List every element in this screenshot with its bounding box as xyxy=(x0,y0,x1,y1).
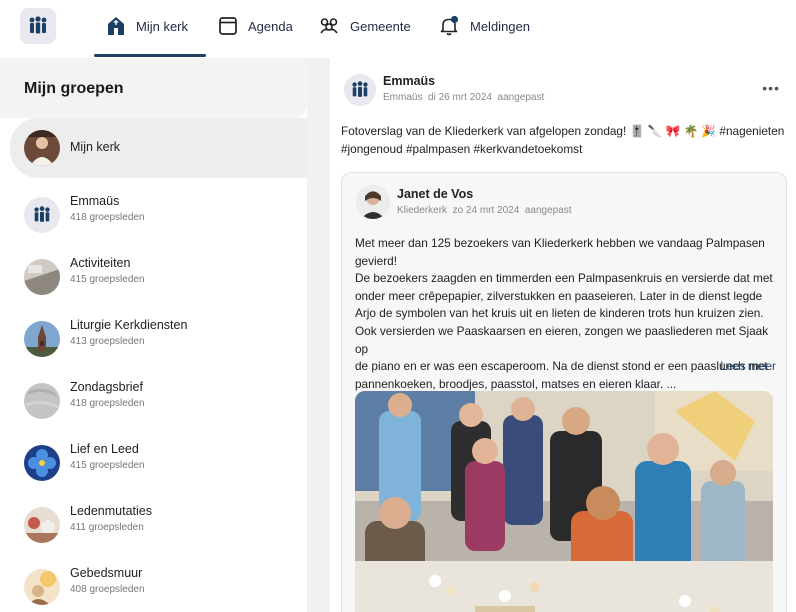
group-avatar xyxy=(24,130,60,166)
sidebar-header: Mijn groepen xyxy=(0,58,307,118)
sidebar-title: Mijn groepen xyxy=(24,80,124,97)
shared-body-line: Arjo de symbolen van het kruis uit en li… xyxy=(355,306,764,321)
group-member-count: 418 groepsleden xyxy=(70,398,145,409)
group-name: Liturgie Kerkdiensten xyxy=(70,318,188,332)
top-navigation: Mijn kerk Agenda Gemeente Meldingen xyxy=(0,0,796,58)
church-icon xyxy=(108,17,124,35)
group-member-count: 415 groepsleden xyxy=(70,274,145,285)
group-name: Mijn kerk xyxy=(70,140,121,154)
shared-body-line: De bezoekers zaagden en timmerden een Pa… xyxy=(355,271,773,286)
group-avatar xyxy=(24,383,60,419)
group-avatar xyxy=(24,321,60,357)
group-member-count: 411 groepsleden xyxy=(70,522,144,533)
post-text-line: Fotoverslag van de Kliederkerk van afgel… xyxy=(341,124,785,138)
group-member-count: 413 groepsleden xyxy=(70,336,145,347)
shared-body-line: Ook versierden we Paaskaarsen en eieren,… xyxy=(355,323,769,356)
shared-author[interactable]: Janet de Vos xyxy=(397,187,473,201)
group-avatar xyxy=(24,445,60,481)
nav-gemeente[interactable]: Gemeente xyxy=(318,14,411,38)
group-item-mijn-kerk[interactable]: Mijn kerk xyxy=(10,118,307,178)
post-group[interactable]: Emmaüs xyxy=(383,92,422,103)
people-logo-icon xyxy=(34,206,50,222)
shared-post-card[interactable]: Janet de Vos Kliederkerk zo 24 mrt 2024 … xyxy=(341,172,787,612)
people-logo-icon xyxy=(29,16,47,34)
post-date: di 26 mrt 2024 xyxy=(428,92,492,103)
group-avatar xyxy=(24,507,60,543)
group-name: Activiteiten xyxy=(70,256,131,270)
nav-label: Mijn kerk xyxy=(136,18,189,34)
active-tab-indicator xyxy=(94,54,206,57)
post-meta: Emmaüs di 26 mrt 2024 aangepast xyxy=(383,92,544,103)
group-member-count: 408 groepsleden xyxy=(70,584,145,595)
group-name: Lief en Leed xyxy=(70,442,139,456)
group-item-emmaus[interactable]: Emmaüs 418 groepsleden xyxy=(10,184,307,240)
calendar-icon xyxy=(219,17,237,35)
people-icon xyxy=(320,18,338,34)
group-name: Emmaüs xyxy=(70,194,120,208)
nav-label: Meldingen xyxy=(470,18,530,34)
read-more-link[interactable]: Lees meer xyxy=(720,359,776,373)
shared-group[interactable]: Kliederkerk xyxy=(397,205,447,216)
group-name: Gebedsmuur xyxy=(70,566,143,580)
feed: Emmaüs Emmaüs di 26 mrt 2024 aangepast •… xyxy=(330,58,796,612)
shared-body: Met meer dan 125 bezoekers van Kliederke… xyxy=(355,235,777,393)
groups-sidebar: Mijn groepen Mijn kerk Emmaüs 418 groeps… xyxy=(0,58,307,612)
group-item-zondagsbrief[interactable]: Zondagsbrief 418 groepsleden xyxy=(10,370,307,426)
app-logo[interactable] xyxy=(20,8,56,44)
nav-label: Agenda xyxy=(248,18,293,34)
people-logo-icon xyxy=(352,81,368,97)
nav-label: Gemeente xyxy=(350,18,411,34)
post-status: aangepast xyxy=(497,92,545,103)
nav-agenda[interactable]: Agenda xyxy=(218,14,293,38)
group-item-liturgie[interactable]: Liturgie Kerkdiensten 413 groepsleden xyxy=(10,308,307,364)
group-avatar xyxy=(24,197,60,233)
shared-date: zo 24 mrt 2024 xyxy=(452,205,520,216)
group-name: Zondagsbrief xyxy=(70,380,143,394)
group-avatar xyxy=(24,569,60,605)
nav-mijn-kerk[interactable]: Mijn kerk xyxy=(106,14,188,38)
group-name: Ledenmutaties xyxy=(70,504,153,518)
post-photo[interactable] xyxy=(355,391,773,612)
shared-body-line: onder meer crêpepapier, zilverstukken en… xyxy=(355,288,763,303)
more-options-icon[interactable]: ••• xyxy=(762,80,780,96)
post-author[interactable]: Emmaüs xyxy=(383,74,435,88)
post-text-line: #jongenoud #palmpasen #kerkvandetoekomst xyxy=(341,142,583,156)
group-avatar xyxy=(24,259,60,295)
group-item-ledenmutaties[interactable]: Ledenmutaties 411 groepsleden xyxy=(10,494,307,550)
group-item-activiteiten[interactable]: Activiteiten 415 groepsleden xyxy=(10,246,307,302)
bell-icon xyxy=(440,15,459,36)
shared-body-line: Met meer dan 125 bezoekers van Kliederke… xyxy=(355,236,765,250)
group-item-gebedsmuur[interactable]: Gebedsmuur 408 groepsleden xyxy=(10,556,307,612)
group-member-count: 415 groepsleden xyxy=(70,460,145,471)
shared-body-line: de piano en er was een escaperoom. Na de… xyxy=(355,359,768,374)
group-member-count: 418 groepsleden xyxy=(70,212,145,223)
post-text: Fotoverslag van de Kliederkerk van afgel… xyxy=(341,122,787,158)
group-item-lief-en-leed[interactable]: Lief en Leed 415 groepsleden xyxy=(10,432,307,488)
shared-meta: Kliederkerk zo 24 mrt 2024 aangepast xyxy=(397,205,572,216)
nav-meldingen[interactable]: Meldingen xyxy=(438,14,530,38)
shared-author-avatar[interactable] xyxy=(356,185,390,219)
post-author-avatar[interactable] xyxy=(344,74,376,106)
shared-body-line: gevierd! xyxy=(355,253,397,268)
shared-status: aangepast xyxy=(524,205,572,216)
